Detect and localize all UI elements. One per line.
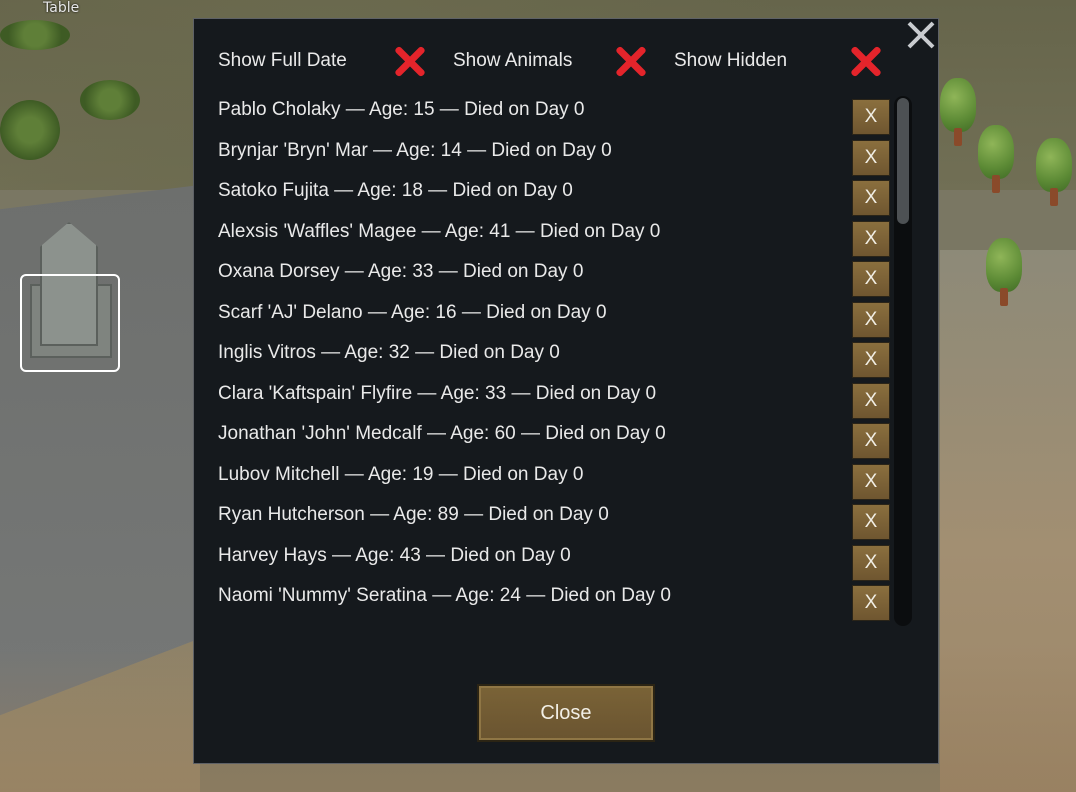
toggle-label-show-hidden: Show Hidden [674, 50, 788, 71]
tree [1036, 138, 1072, 208]
list-item: Clara 'Kaftspain' Flyfire — Age: 33 — Di… [218, 382, 657, 404]
red-x-icon[interactable] [393, 44, 427, 78]
tree [978, 125, 1014, 195]
delete-entry-button[interactable]: X [852, 220, 890, 257]
delete-entry-button[interactable]: X [852, 99, 890, 135]
list-item: Satoko Fujita — Age: 18 — Died on Day 0 [218, 180, 573, 201]
red-x-icon[interactable] [849, 44, 883, 78]
list-item: Inglis Vitros — Age: 32 — Died on Day 0 [218, 342, 560, 363]
delete-entry-button[interactable]: X [852, 423, 890, 459]
delete-entry-button[interactable]: X [852, 585, 890, 621]
scrollbar-thumb[interactable] [897, 98, 909, 224]
delete-entry-button[interactable]: X [852, 463, 890, 500]
bush [0, 100, 60, 160]
table-label: Table [43, 0, 80, 16]
list-item: Lubov Mitchell — Age: 19 — Died on Day 0 [218, 463, 584, 485]
delete-entry-button[interactable]: X [852, 544, 890, 581]
delete-entry-button[interactable]: X [852, 180, 890, 216]
list-item: Oxana Dorsey — Age: 33 — Died on Day 0 [218, 261, 584, 282]
delete-entry-button[interactable]: X [852, 261, 890, 297]
delete-entry-button[interactable]: X [852, 504, 890, 540]
red-x-icon[interactable] [614, 44, 648, 78]
bush [0, 20, 70, 50]
bush [80, 80, 140, 120]
list-item: Harvey Hays — Age: 43 — Died on Day 0 [218, 544, 571, 566]
delete-entry-button[interactable]: X [852, 342, 890, 378]
tree [986, 238, 1022, 308]
close-button[interactable]: Close [477, 684, 655, 742]
list-item: Ryan Hutcherson — Age: 89 — Died on Day … [218, 504, 609, 525]
list-item: Alexsis 'Waffles' Magee — Age: 41 — Died… [218, 220, 661, 242]
list-item: Scarf 'AJ' Delano — Age: 16 — Died on Da… [218, 301, 607, 323]
list-item: Naomi 'Nummy' Seratina — Age: 24 — Died … [218, 585, 671, 606]
list-item: Jonathan 'John' Medcalf — Age: 60 — Died… [218, 423, 666, 444]
selection-bracket [20, 274, 120, 372]
toggle-label-show-animals: Show Animals [453, 50, 573, 71]
delete-entry-button[interactable]: X [852, 382, 890, 419]
delete-entry-button[interactable]: X [852, 139, 890, 176]
close-icon[interactable] [906, 20, 936, 50]
list-item: Pablo Cholaky — Age: 15 — Died on Day 0 [218, 99, 585, 120]
list-item: Brynjar 'Bryn' Mar — Age: 14 — Died on D… [218, 139, 612, 161]
toggle-label-show-full-date: Show Full Date [218, 50, 347, 71]
delete-entry-button[interactable]: X [852, 301, 890, 338]
tree [940, 78, 976, 148]
grave-object[interactable] [20, 222, 120, 372]
